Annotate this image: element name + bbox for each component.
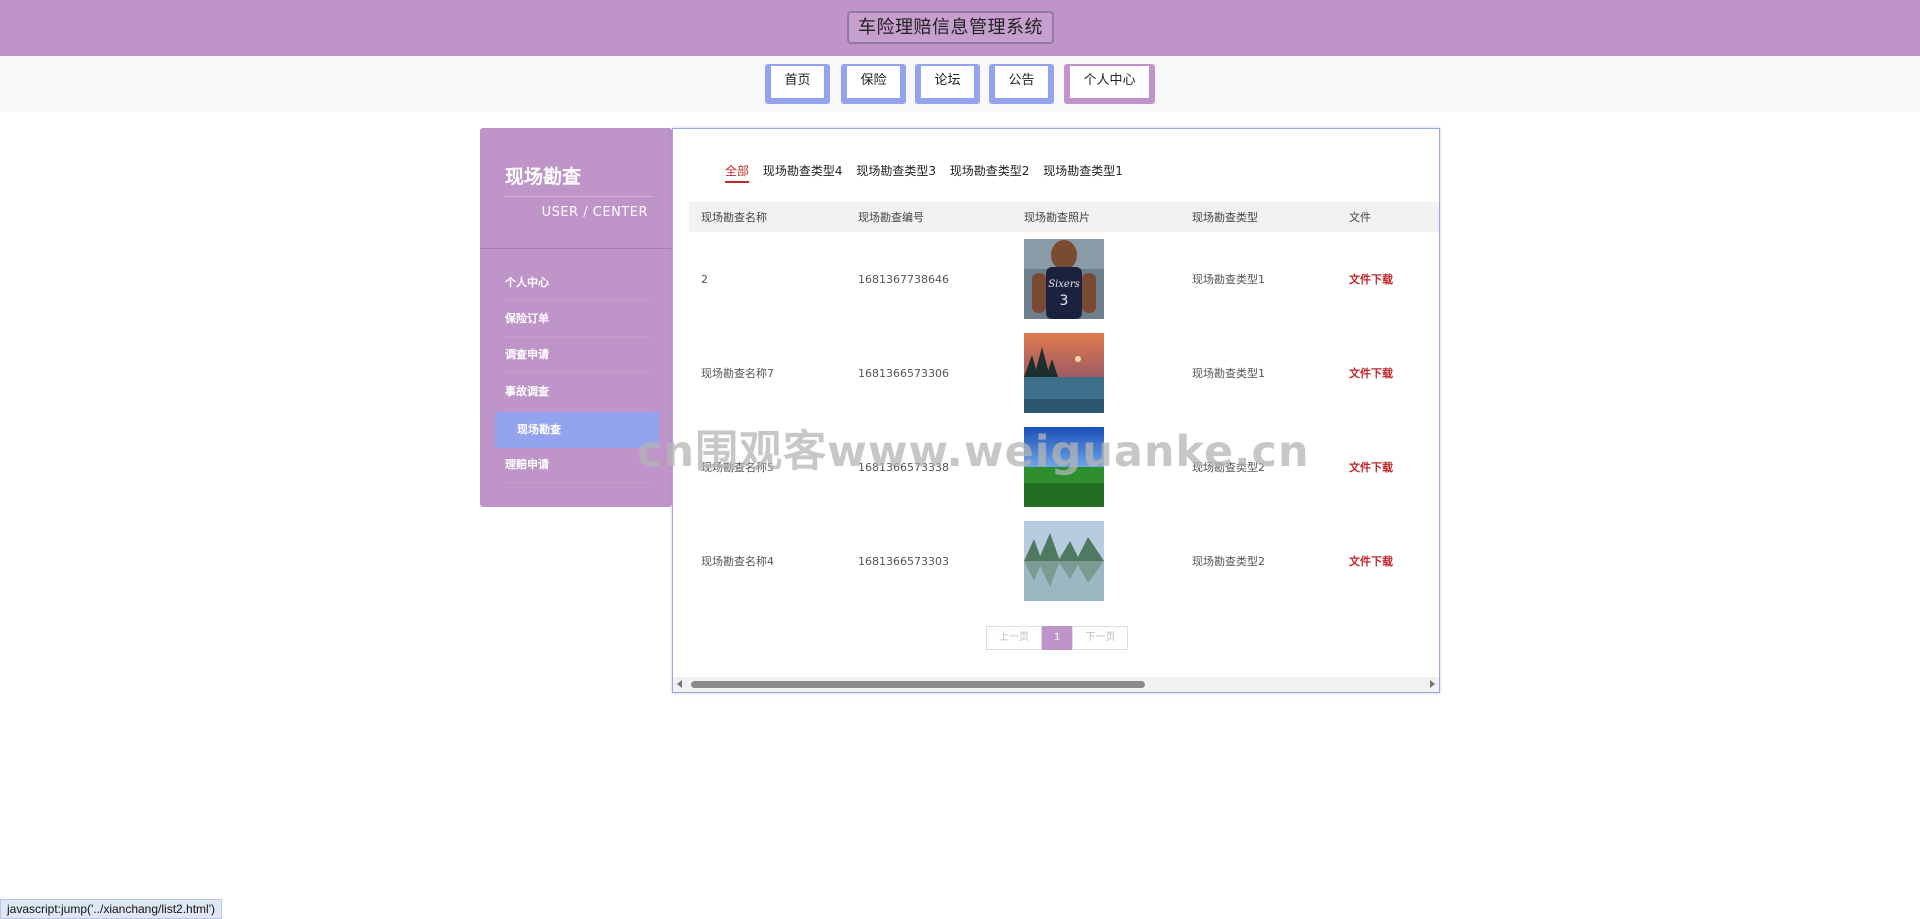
- page-number-current[interactable]: 1: [1042, 626, 1073, 650]
- horizontal-scrollbar[interactable]: [673, 677, 1439, 692]
- sidebar-divider: [505, 196, 653, 197]
- pagination: 上一页 1 下一页: [986, 626, 1129, 650]
- file-download-link[interactable]: 文件下载: [1349, 273, 1393, 286]
- cell-file: 文件下载: [1337, 232, 1439, 326]
- content-panel: 全部 现场勘查类型4 现场勘查类型3 现场勘查类型2 现场勘查类型1 现场勘查名…: [672, 128, 1440, 693]
- col-header-file: 文件: [1337, 202, 1439, 232]
- prev-page-button[interactable]: 上一页: [986, 626, 1042, 650]
- scroll-left-arrow-icon[interactable]: [677, 680, 682, 688]
- cell-file: 文件下载: [1337, 326, 1439, 420]
- cell-name: 2: [701, 272, 708, 286]
- table-row[interactable]: 现场勘查名称7 1681366573306 现场勘查类型1 文件下载: [689, 326, 1439, 420]
- scrollbar-thumb[interactable]: [691, 681, 1145, 688]
- filter-all[interactable]: 全部: [725, 162, 750, 183]
- file-download-link[interactable]: 文件下载: [1349, 367, 1393, 380]
- watermark: cn围观客www.weiguanke.cn: [637, 427, 1310, 477]
- table-header-row: 现场勘查名称 现场勘查编号 现场勘查照片 现场勘查类型 文件: [689, 202, 1439, 232]
- nav-forum[interactable]: 论坛: [915, 64, 980, 104]
- cell-name: 现场勘查名称7: [701, 367, 774, 380]
- filter-type-3[interactable]: 现场勘查类型3: [856, 162, 936, 181]
- svg-text:3: 3: [1060, 293, 1069, 309]
- nav-bar: 首页 保险 论坛 公告 个人中心: [0, 56, 1920, 112]
- sidebar-item-site-survey[interactable]: 现场勘查: [495, 412, 659, 448]
- col-header-code: 现场勘查编号: [846, 202, 1012, 232]
- filter-type-2[interactable]: 现场勘查类型2: [950, 162, 1030, 181]
- nav-home[interactable]: 首页: [765, 64, 830, 104]
- nav-user-center[interactable]: 个人中心: [1064, 64, 1155, 104]
- basketball-player-image[interactable]: Sixers 3: [1024, 239, 1104, 319]
- col-header-name: 现场勘查名称: [689, 202, 846, 232]
- top-header: 车险理赔信息管理系统: [0, 0, 1920, 56]
- sidebar-item-accident-investigation[interactable]: 事故调查: [505, 374, 652, 410]
- cell-code: 1681366573303: [858, 554, 949, 568]
- sunset-lake-image[interactable]: [1024, 333, 1104, 413]
- type-filter-tabs: 全部 现场勘查类型4 现场勘查类型3 现场勘查类型2 现场勘查类型1: [725, 162, 1133, 183]
- sidebar-item-investigation-apply[interactable]: 调查申请: [505, 337, 652, 373]
- cell-name: 现场勘查名称4: [701, 555, 774, 568]
- filter-type-4[interactable]: 现场勘查类型4: [763, 162, 843, 181]
- site-title: 车险理赔信息管理系统: [847, 11, 1054, 44]
- cell-file: 文件下载: [1337, 420, 1439, 514]
- nav-notice[interactable]: 公告: [989, 64, 1054, 104]
- scroll-right-arrow-icon[interactable]: [1430, 680, 1435, 688]
- cell-photo: [1012, 326, 1180, 420]
- cell-code: 1681367738646: [858, 272, 949, 286]
- cell-file: 文件下载: [1337, 514, 1439, 608]
- nav-insurance[interactable]: 保险: [841, 64, 906, 104]
- col-header-type: 现场勘查类型: [1180, 202, 1337, 232]
- cell-code: 1681366573306: [858, 366, 949, 380]
- filter-type-1[interactable]: 现场勘查类型1: [1043, 162, 1123, 181]
- sidebar-item-insurance-orders[interactable]: 保险订单: [505, 301, 652, 337]
- status-bar-url: javascript:jump('../xianchang/list2.html…: [0, 899, 222, 919]
- file-download-link[interactable]: 文件下载: [1349, 555, 1393, 568]
- cell-photo: [1012, 514, 1180, 608]
- svg-text:Sixers: Sixers: [1048, 279, 1080, 290]
- sidebar-title: 现场勘查: [505, 166, 582, 188]
- cell-photo: Sixers 3: [1012, 232, 1180, 326]
- mountain-lake-image[interactable]: [1024, 521, 1104, 601]
- sidebar-subtitle: USER / CENTER: [541, 205, 648, 220]
- sidebar-divider: [480, 248, 672, 249]
- cell-type: 现场勘查类型2: [1192, 555, 1265, 568]
- sidebar-item-user-center[interactable]: 个人中心: [505, 265, 652, 301]
- sidebar-item-claim-apply[interactable]: 理赔申请: [505, 447, 652, 483]
- file-download-link[interactable]: 文件下载: [1349, 461, 1393, 474]
- table-row[interactable]: 现场勘查名称4 1681366573303 现场勘查类型2 文件下载: [689, 514, 1439, 608]
- table-row[interactable]: 2 1681367738646 Sixers 3 现场勘查类型1 文件下载: [689, 232, 1439, 326]
- col-header-photo: 现场勘查照片: [1012, 202, 1180, 232]
- survey-table: 现场勘查名称 现场勘查编号 现场勘查照片 现场勘查类型 文件 2 1681367…: [689, 202, 1439, 608]
- cell-type: 现场勘查类型1: [1192, 367, 1265, 380]
- next-page-button[interactable]: 下一页: [1072, 626, 1129, 650]
- cell-type: 现场勘查类型1: [1192, 273, 1265, 286]
